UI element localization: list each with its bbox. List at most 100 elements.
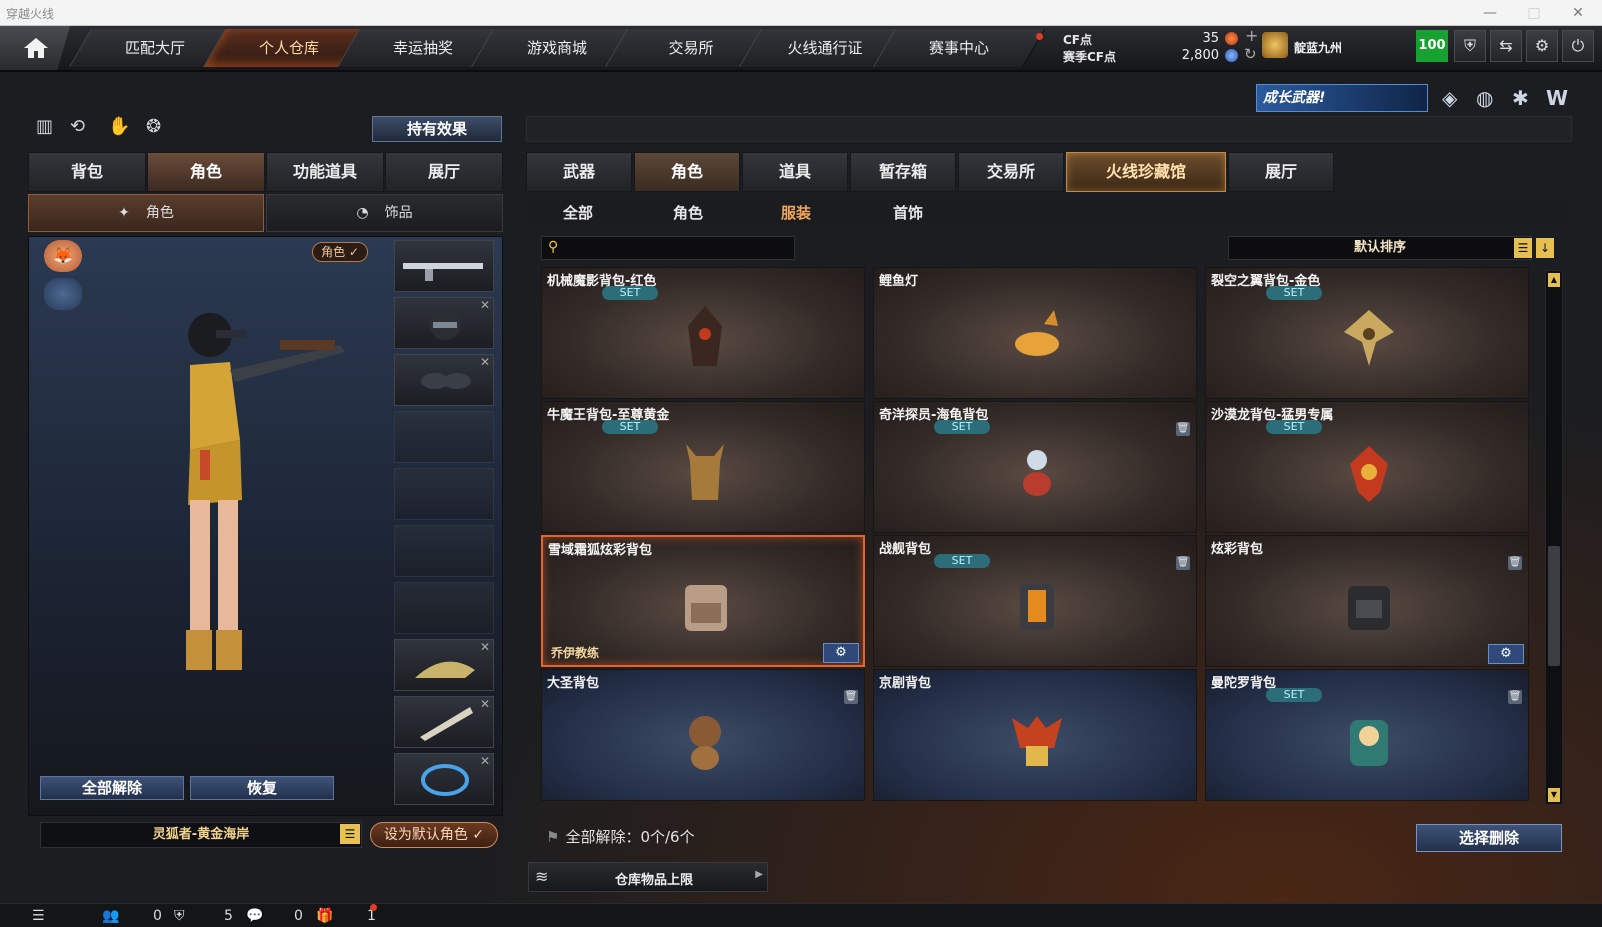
refresh-currency-button[interactable]: ↻ (1244, 45, 1257, 63)
maximize-button[interactable]: □ (1514, 2, 1554, 24)
left-tab-showroom[interactable]: 展厅 (385, 152, 503, 192)
item-card[interactable]: 炫彩背包 🗑 ⚙ (1205, 535, 1529, 667)
nav-tab-events[interactable]: 赛事中心 (873, 29, 1045, 67)
right-tab-temp-box[interactable]: 暂存箱 (850, 152, 956, 192)
remove-icon[interactable]: ✕ (480, 640, 490, 654)
scroll-down-icon[interactable]: ▼ (1548, 788, 1560, 802)
item-name: 雪域霜狐炫彩背包 (548, 543, 653, 558)
item-card[interactable]: 曼陀罗背包 SET 🗑 (1205, 669, 1529, 801)
left-tab-backpack[interactable]: 背包 (28, 152, 146, 192)
right-tab-collection[interactable]: 火线珍藏馆 (1066, 152, 1226, 192)
friends-icon[interactable]: 👥 (102, 908, 119, 924)
left-tab-character[interactable]: 角色 (147, 152, 265, 192)
set-badge: SET (602, 420, 658, 434)
slot-pet-dragon[interactable]: ✕ (394, 639, 494, 691)
hold-effect-button[interactable]: 持有效果 (372, 116, 502, 142)
item-card[interactable]: 奇洋探员-海龟背包 SET 🗑 (873, 401, 1197, 533)
remove-icon[interactable]: ✕ (480, 697, 490, 711)
character-figure (186, 313, 345, 670)
slot-backpack[interactable] (394, 468, 494, 520)
list-icon[interactable]: ☰ (32, 908, 45, 924)
slot-pants[interactable] (394, 582, 494, 634)
filter-accessories[interactable]: 首饰 (893, 202, 923, 223)
gear-icon[interactable]: ⚙ (1526, 30, 1558, 62)
promo-banner[interactable]: 成长武器! (1256, 84, 1428, 112)
filter-character[interactable]: 角色 (673, 202, 703, 223)
rifle-icon (403, 263, 483, 281)
badge-icon[interactable]: ◈ (1442, 86, 1457, 110)
subtab-accessories[interactable]: ◔ 饰品 (266, 194, 503, 232)
item-card[interactable]: 大圣背包 🗑 (541, 669, 865, 801)
slot-grenade[interactable]: ✕ (394, 753, 494, 805)
close-button[interactable]: ✕ (1558, 2, 1598, 24)
filter-clothing[interactable]: 服装 (781, 202, 811, 223)
user-name: 靛蓝九州 (1294, 41, 1343, 55)
remove-icon[interactable]: ✕ (480, 355, 490, 369)
right-tab-weapons[interactable]: 武器 (526, 152, 632, 192)
grenade-icon[interactable]: ❂ (146, 116, 161, 137)
left-tab-functional-items[interactable]: 功能道具 (266, 152, 384, 192)
list-view-icon[interactable]: ☰ (1514, 238, 1532, 258)
trash-icon[interactable]: 🗑 (1176, 422, 1190, 436)
storage-limit-bar[interactable]: ≋ 仓库物品上限 ▶ (528, 862, 768, 892)
item-card[interactable]: 京剧背包 (873, 669, 1197, 801)
scroll-up-icon[interactable]: ▲ (1548, 273, 1560, 287)
sort-dropdown[interactable]: 默认排序 (1228, 236, 1532, 260)
home-button[interactable] (0, 26, 70, 70)
remove-icon[interactable]: ✕ (480, 754, 490, 768)
remove-icon[interactable]: ✕ (480, 298, 490, 312)
shield-icon[interactable]: ⛨ (1454, 30, 1486, 62)
filter-all[interactable]: 全部 (563, 202, 593, 223)
gift-icon[interactable]: 🎁 (316, 908, 333, 924)
unequip-all-button[interactable]: 全部解除 (40, 776, 184, 800)
slot-vest[interactable] (394, 411, 494, 463)
clan-shield-icon[interactable]: ⛨ (174, 908, 185, 924)
item-card[interactable]: 战舰背包 SET 🗑 (873, 535, 1197, 667)
restore-button[interactable]: 恢复 (190, 776, 334, 800)
item-card[interactable]: 鲤鱼灯 (873, 267, 1197, 399)
trash-icon[interactable]: 🗑 (1508, 556, 1522, 570)
tools-icon[interactable]: ✱ (1512, 86, 1529, 110)
set-default-character-button[interactable]: 设为默认角色 ✓ (370, 822, 498, 848)
select-delete-button[interactable]: 选择删除 (1416, 824, 1562, 852)
item-card[interactable]: 牛魔王背包-至尊黄金 SET (541, 401, 865, 533)
slot-helmet[interactable]: ✕ (394, 297, 494, 349)
expand-arrow-icon[interactable]: ▶ (755, 869, 763, 880)
sort-desc-icon[interactable]: ↓ (1536, 238, 1554, 258)
w-logo-icon[interactable]: W (1546, 86, 1568, 110)
right-tab-character[interactable]: 角色 (634, 152, 740, 192)
search-field[interactable]: ⚲ (541, 236, 795, 260)
item-card[interactable]: 裂空之翼背包-金色 SET (1205, 267, 1529, 399)
item-card[interactable]: 沙漠龙背包-猛男专属 SET (1205, 401, 1529, 533)
slot-goggles[interactable]: ✕ (394, 354, 494, 406)
right-tab-exchange[interactable]: 交易所 (958, 152, 1064, 192)
character-list-menu-icon[interactable]: ☰ (340, 824, 360, 844)
fox-emblem-icon[interactable]: 🦊 (44, 240, 82, 272)
minimize-button[interactable]: — (1470, 2, 1510, 24)
rotate-icon[interactable]: ⟲ (70, 116, 85, 137)
gear-icon[interactable]: ⚙ (823, 643, 859, 663)
item-card[interactable]: 机械魔影背包-红色 SET (541, 267, 865, 399)
slot-body[interactable] (394, 525, 494, 577)
item-scrollbar[interactable]: ▲ ▼ (1545, 270, 1563, 805)
add-currency-button[interactable]: + (1245, 26, 1258, 45)
chat-icon[interactable]: 💬 (246, 908, 263, 924)
switch-icon[interactable]: ⇆ (1490, 30, 1522, 62)
right-tab-showroom[interactable]: 展厅 (1228, 152, 1334, 192)
right-tab-items[interactable]: 道具 (742, 152, 848, 192)
slot-primary-weapon[interactable] (394, 240, 494, 292)
gear-icon[interactable]: ⚙ (1488, 644, 1524, 664)
power-icon[interactable]: ⏻ (1562, 30, 1594, 62)
trash-icon[interactable]: 🗑 (1176, 556, 1190, 570)
item-card-selected[interactable]: 雪域霜狐炫彩背包 乔伊教练 ⚙ (541, 535, 865, 667)
secondary-emblem-icon[interactable] (44, 278, 82, 310)
subtab-character[interactable]: ✦ 角色 (28, 194, 264, 232)
slot-melee[interactable]: ✕ (394, 696, 494, 748)
scroll-thumb[interactable] (1548, 546, 1560, 666)
globe-icon[interactable]: ◍ (1476, 86, 1493, 110)
set-badge: SET (934, 554, 990, 568)
trash-icon[interactable]: 🗑 (1508, 690, 1522, 704)
trash-icon[interactable]: 🗑 (844, 690, 858, 704)
character-pose-icon[interactable]: ✋ (108, 116, 130, 137)
stats-icon[interactable]: ▥ (36, 116, 53, 137)
